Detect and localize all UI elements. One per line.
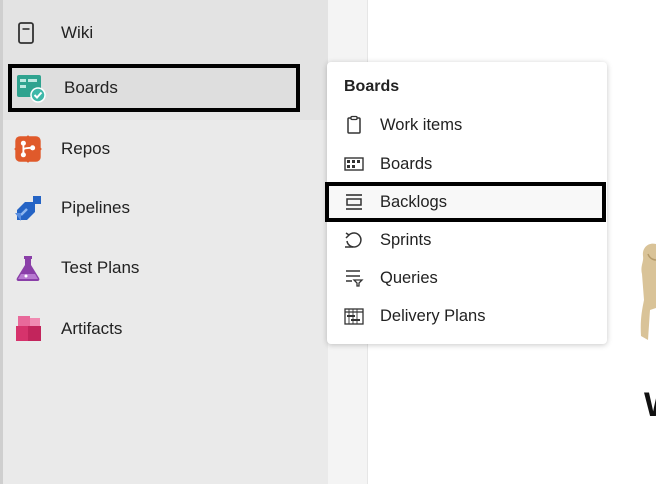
flyout-item-backlogs[interactable]: Backlogs xyxy=(325,182,606,222)
queries-icon xyxy=(346,270,364,287)
illustration-fragment xyxy=(640,243,656,340)
sidebar-item-label: Boards xyxy=(64,78,118,97)
flyout-item-label: Work items xyxy=(380,115,463,134)
sidebar-item-wiki[interactable]: Wiki xyxy=(13,14,93,52)
project-sidebar: Wiki Boards Repos Pipelines Test Plans A… xyxy=(0,0,328,484)
main-heading-fragment: W xyxy=(644,386,656,425)
sidebar-item-label: Pipelines xyxy=(61,198,130,217)
sidebar-item-artifacts[interactable]: Artifacts xyxy=(13,310,122,348)
backlogs-icon xyxy=(346,194,362,210)
sidebar-item-pipelines[interactable]: Pipelines xyxy=(13,189,130,227)
flyout-item-label: Delivery Plans xyxy=(380,306,486,325)
pipelines-icon xyxy=(15,196,41,221)
wiki-icon xyxy=(18,22,34,44)
repos-icon xyxy=(14,135,42,163)
flyout-item-delivery-plans[interactable]: Delivery Plans xyxy=(327,298,607,334)
flyout-item-sprints[interactable]: Sprints xyxy=(327,222,607,258)
flyout-item-work-items[interactable]: Work items xyxy=(327,107,607,143)
sidebar-item-test-plans[interactable]: Test Plans xyxy=(13,249,139,287)
sidebar-item-label: Repos xyxy=(61,139,111,158)
flyout-item-boards[interactable]: Boards xyxy=(327,146,607,182)
boards-flyout-menu: Boards Work items Boards Backlogs Sprint… xyxy=(325,62,607,344)
flyout-title: Boards xyxy=(344,78,400,95)
work-items-icon xyxy=(347,115,361,134)
flyout-item-label: Queries xyxy=(380,268,438,287)
sidebar-item-label: Test Plans xyxy=(61,258,140,277)
flyout-item-label: Boards xyxy=(380,154,433,173)
flyout-item-label: Sprints xyxy=(380,230,432,249)
sidebar-item-label: Artifacts xyxy=(61,319,123,338)
boards-icon xyxy=(17,75,46,103)
delivery-plans-icon xyxy=(344,308,364,325)
boards-grid-icon xyxy=(344,157,364,171)
flyout-item-label: Backlogs xyxy=(380,192,447,211)
sidebar-item-boards[interactable]: Boards xyxy=(8,64,300,112)
sidebar-item-label: Wiki xyxy=(61,23,94,42)
flyout-item-queries[interactable]: Queries xyxy=(327,260,607,296)
artifacts-icon xyxy=(16,316,41,341)
sidebar-item-repos[interactable]: Repos xyxy=(13,130,110,168)
test-plans-icon xyxy=(16,256,40,281)
sprints-icon xyxy=(345,232,362,248)
